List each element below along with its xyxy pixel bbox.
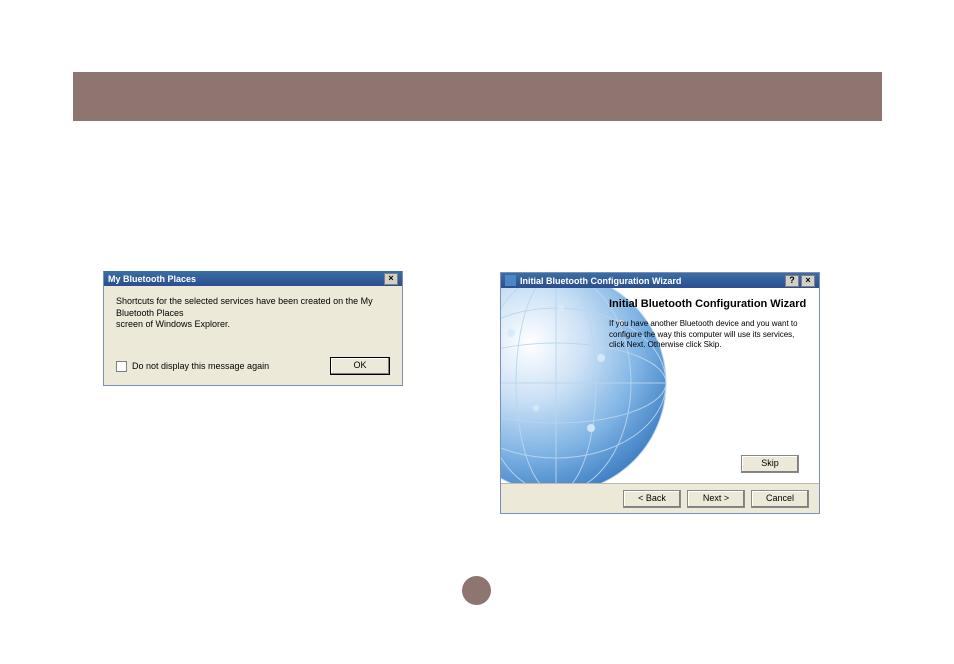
ok-button[interactable]: OK — [330, 357, 390, 375]
bluetooth-wizard-dialog: Initial Bluetooth Configuration Wizard ?… — [500, 272, 820, 514]
bluetooth-places-dialog: My Bluetooth Places × Shortcuts for the … — [103, 271, 403, 386]
wizard-body: Initial Bluetooth Configuration Wizard I… — [501, 288, 819, 483]
checkbox-icon[interactable] — [116, 361, 127, 372]
help-button[interactable]: ? — [785, 275, 799, 287]
page-number-badge — [462, 576, 491, 605]
wizard-heading: Initial Bluetooth Configuration Wizard — [609, 298, 809, 311]
back-button[interactable]: < Back — [623, 490, 681, 508]
checkbox-label: Do not display this message again — [132, 361, 269, 371]
skip-button[interactable]: Skip — [741, 455, 799, 473]
wizard-title: Initial Bluetooth Configuration Wizard — [520, 276, 681, 286]
message-line: screen of Windows Explorer. — [116, 319, 230, 329]
page-banner — [73, 72, 882, 121]
close-button[interactable]: × — [801, 275, 815, 287]
wizard-footer: < Back Next > Cancel — [501, 483, 819, 513]
wizard-titlebar[interactable]: Initial Bluetooth Configuration Wizard ?… — [501, 273, 819, 288]
dialog-body: Shortcuts for the selected services have… — [104, 286, 402, 357]
dialog-footer: Do not display this message again OK — [104, 357, 402, 385]
message-line: Shortcuts for the selected services have… — [116, 296, 373, 318]
wizard-text-area: Initial Bluetooth Configuration Wizard I… — [609, 298, 809, 350]
dont-show-again-checkbox-row[interactable]: Do not display this message again — [116, 361, 269, 372]
dialog-message: Shortcuts for the selected services have… — [116, 296, 390, 331]
dialog-titlebar[interactable]: My Bluetooth Places × — [104, 271, 402, 286]
bluetooth-icon — [505, 275, 516, 286]
next-button[interactable]: Next > — [687, 490, 745, 508]
wizard-subtext: If you have another Bluetooth device and… — [609, 319, 809, 350]
cancel-button[interactable]: Cancel — [751, 490, 809, 508]
dialog-title: My Bluetooth Places — [108, 274, 196, 284]
close-button[interactable]: × — [384, 273, 398, 285]
